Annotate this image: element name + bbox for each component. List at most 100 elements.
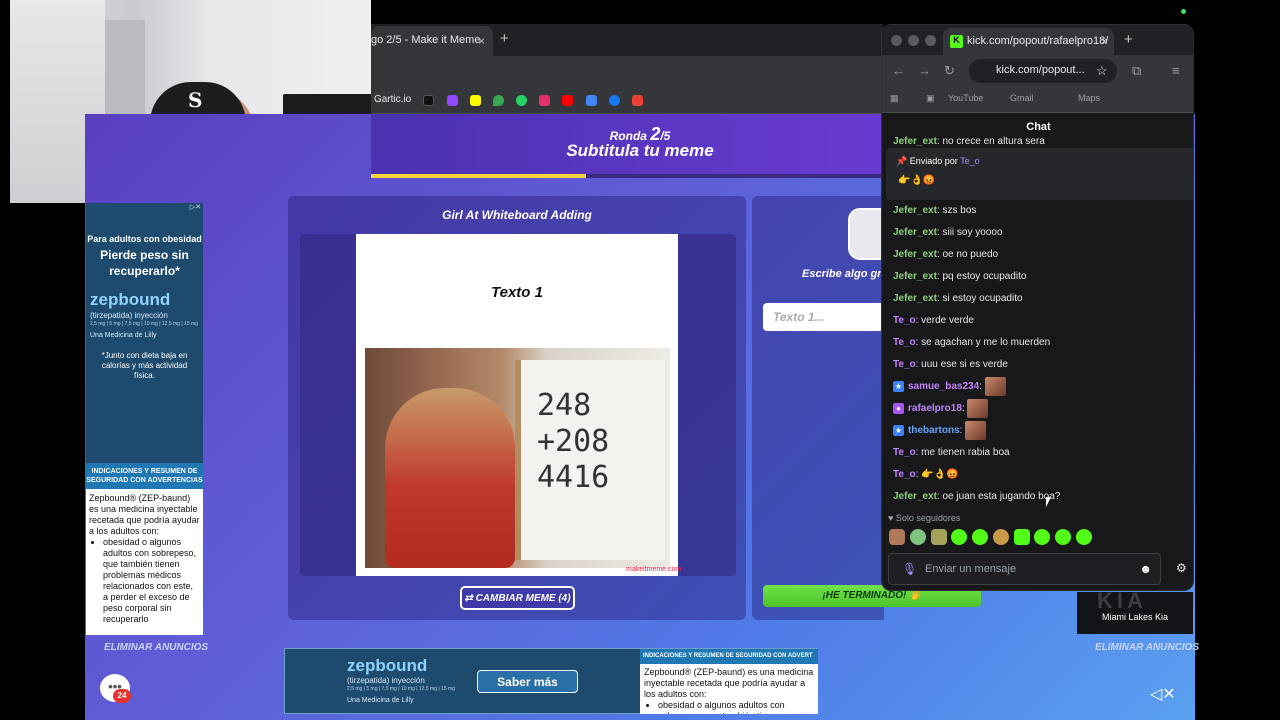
chat-message: ★ thebartons: [893,420,1193,442]
forward-icon[interactable]: → [918,63,931,78]
emote-icon[interactable] [993,529,1009,545]
bookmark-youtube[interactable]: YouTube [948,93,983,103]
emoji-picker-icon[interactable]: ☻ [1139,562,1152,576]
chat-username[interactable]: Te_o [893,315,916,326]
chat-text: pq estoy ocupadito [942,271,1027,282]
chat-input[interactable]: 🎙 Enviar un mensaje ☻ [888,553,1161,585]
emote-icon[interactable] [1034,529,1050,545]
window-zoom-button[interactable] [925,35,936,46]
ad-choices-icon[interactable]: ▷✕ [190,203,201,211]
chat-message: Jefer_ext: oe juan esta jugando boa? [893,491,1061,502]
done-label: ¡HE TERMINADO! [822,590,907,601]
side-ad[interactable]: ▷✕ Para adultos con obesidad Pierde peso… [86,203,203,635]
chat-message: Te_o: verde verde [893,315,974,326]
bookmark-maps[interactable]: Maps [1078,93,1100,103]
facebook-icon[interactable] [609,95,620,106]
tiktok-icon[interactable] [423,95,434,106]
hand-icon: ✋ [909,590,922,601]
kia-logo: KIA [1097,588,1147,613]
emote-icon[interactable] [889,529,905,545]
change-meme-label: CAMBIAR MEME (4) [475,593,571,604]
pinned-label: Enviado por [909,156,958,166]
gear-icon[interactable]: ⚙ [1176,561,1187,575]
apps-icon[interactable]: ▦ [890,93,899,104]
window-close-button[interactable] [891,35,902,46]
emote-icon[interactable] [951,529,967,545]
window-minimize-button[interactable] [908,35,919,46]
emote-icon[interactable] [972,529,988,545]
back-icon[interactable]: ← [892,63,905,78]
gmail-bookmark-icon[interactable] [632,95,643,106]
remove-ads-link-right[interactable]: ELIMINAR ANUNCIOS [1095,642,1199,653]
folder-icon[interactable]: ▣ [926,93,935,104]
main-bookmarks-bar: Gartic.io [371,86,883,114]
snapchat-icon[interactable] [470,95,481,106]
bottom-ad-body-intro: Zepbound® (ZEP-baund) es una medicina in… [644,667,814,699]
chat-message: Te_o: me tienen rabia boa [893,447,1010,458]
mouse-cursor-icon [1046,497,1051,507]
google-icon[interactable] [586,95,597,106]
reload-icon[interactable]: ↻ [944,63,955,79]
chat-message: ● rafaelpro18: [893,398,1193,420]
address-field[interactable]: kick.com/popout... [969,59,1117,83]
chat-username[interactable]: Jefer_ext [893,293,937,304]
chat-username[interactable]: rafaelpro18 [908,403,962,414]
remove-ads-link-left[interactable]: ELIMINAR ANUNCIOS [104,642,208,653]
chat-username[interactable]: Te_o [893,337,916,348]
whatsapp-icon[interactable] [516,95,527,106]
emote-image [984,376,1006,396]
chat-message: Jefer_ext: oe no puedo [893,249,999,260]
main-tab-close-icon[interactable]: × [478,34,485,48]
chat-username[interactable]: samue_bas234 [908,381,979,392]
learn-more-button[interactable]: Saber más [477,670,578,693]
main-browser-tab[interactable]: go 2/5 - Make it Meme × [371,26,493,56]
main-tab-title: go 2/5 - Make it Meme [371,34,481,46]
kick-icon: K [950,35,963,48]
chat-username[interactable]: Te_o [893,447,916,458]
bookmark-star-icon[interactable]: ☆ [1096,63,1108,79]
chat-username[interactable]: Jefer_ext [893,491,937,502]
chat-username[interactable]: Jefer_ext [893,249,937,260]
bottom-ad[interactable]: zepbound (tirzepatida) inyección 2,5 mg … [284,648,818,714]
sound-muted-icon[interactable]: ◁✕ [1150,684,1176,704]
youtube-bookmark-icon[interactable] [562,95,573,106]
chat-message: ★ samue_bas234: [893,376,1193,398]
menu-icon[interactable]: ≡ [1172,63,1180,78]
bookmark-gmail[interactable]: Gmail [1010,93,1034,103]
chat-username[interactable]: Te_o [893,469,916,480]
emote-icon[interactable] [1076,529,1092,545]
maps-bookmark-icon[interactable] [493,95,504,106]
popout-urlbar: ← → ↻ kick.com/popout... ☆ ⧉ ≡ [882,55,1193,87]
chat-username[interactable]: thebartons [908,425,960,436]
new-tab-button[interactable]: + [500,30,509,47]
chat-message: Te_o: uuu ese si es verde [893,359,1008,370]
popout-tab[interactable]: K kick.com/popout/rafaelpro18/ × [943,28,1114,55]
chat-username[interactable]: Jefer_ext [893,271,937,282]
chat-count-badge: 24 [113,689,131,703]
chat-text: oe no puedo [942,249,999,260]
emote-image [965,420,987,440]
cut-message-user[interactable]: Jefer_ext [893,136,937,147]
popout-new-tab-button[interactable]: + [1124,31,1133,48]
pinned-user[interactable]: Te_o [960,156,980,166]
ad-headline: Pierde peso sin recuperarlo* [100,248,189,278]
shuffle-icon: ⇄ [464,593,476,604]
chat-username[interactable]: Jefer_ext [893,205,937,216]
emote-icon[interactable] [1055,529,1071,545]
screen: S go 2/5 - Make it Meme × + Gartic.io Ro… [0,0,1280,720]
chat-message: Jefer_ext: pq estoy ocupadito [893,271,1027,282]
popout-tab-close-icon[interactable]: × [1101,34,1108,48]
chat-username[interactable]: Te_o [893,359,916,370]
sponsor-card[interactable]: KIA Miami Lakes Kia [1077,588,1193,634]
emote-icon[interactable] [1014,529,1030,545]
bookmark-gartic[interactable]: Gartic.io [374,94,411,105]
caption-input[interactable]: Texto 1... [763,303,884,331]
tab-search-icon[interactable]: ⧉ [1132,63,1141,79]
emote-icon[interactable] [910,529,926,545]
chat-username[interactable]: Jefer_ext [893,227,937,238]
change-meme-button[interactable]: ⇄ CAMBIAR MEME (4) [460,586,575,610]
twitch-icon[interactable] [447,95,458,106]
emote-icon[interactable] [931,529,947,545]
instagram-icon[interactable] [539,95,550,106]
address-text: kick.com/popout... [996,64,1085,76]
